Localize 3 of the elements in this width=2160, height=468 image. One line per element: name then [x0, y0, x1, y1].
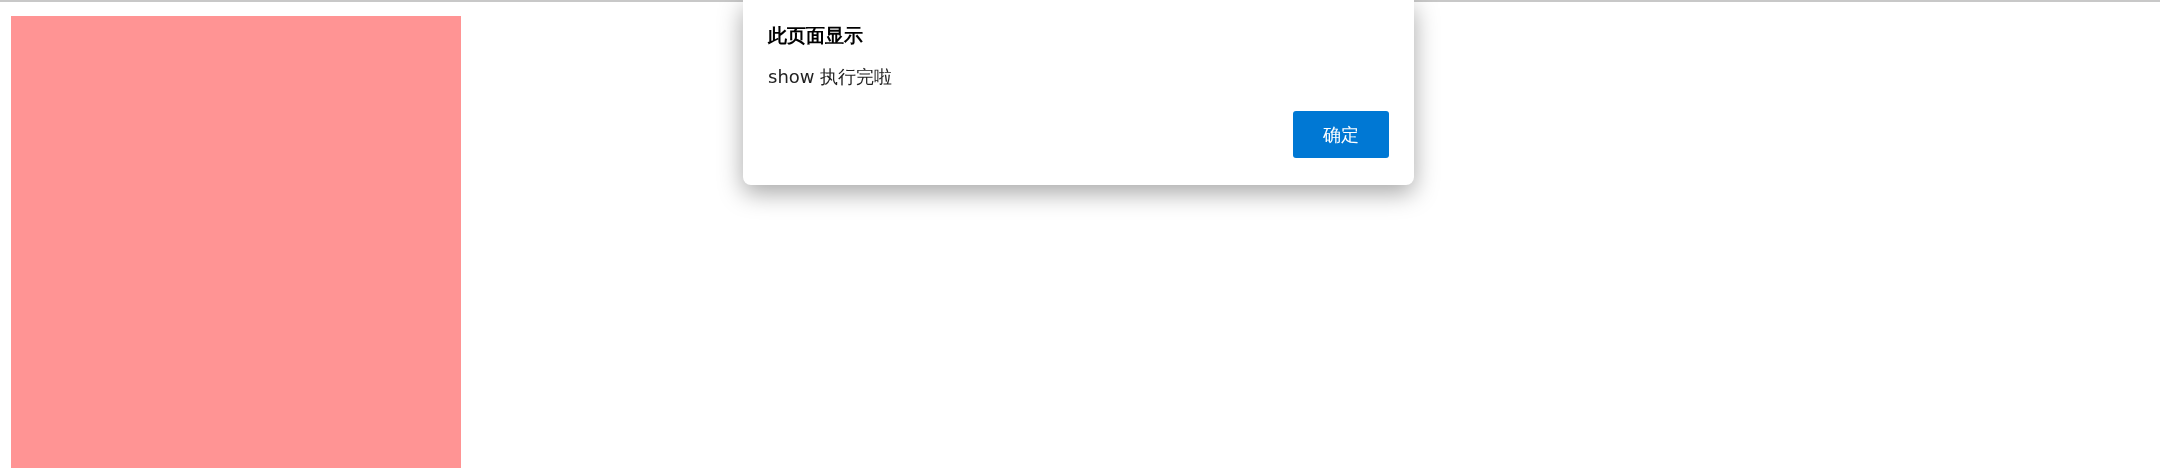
dialog-title: 此页面显示	[768, 23, 864, 48]
dialog-message: show 执行完啦	[768, 65, 894, 89]
ok-button[interactable]: 确定	[1293, 111, 1389, 158]
